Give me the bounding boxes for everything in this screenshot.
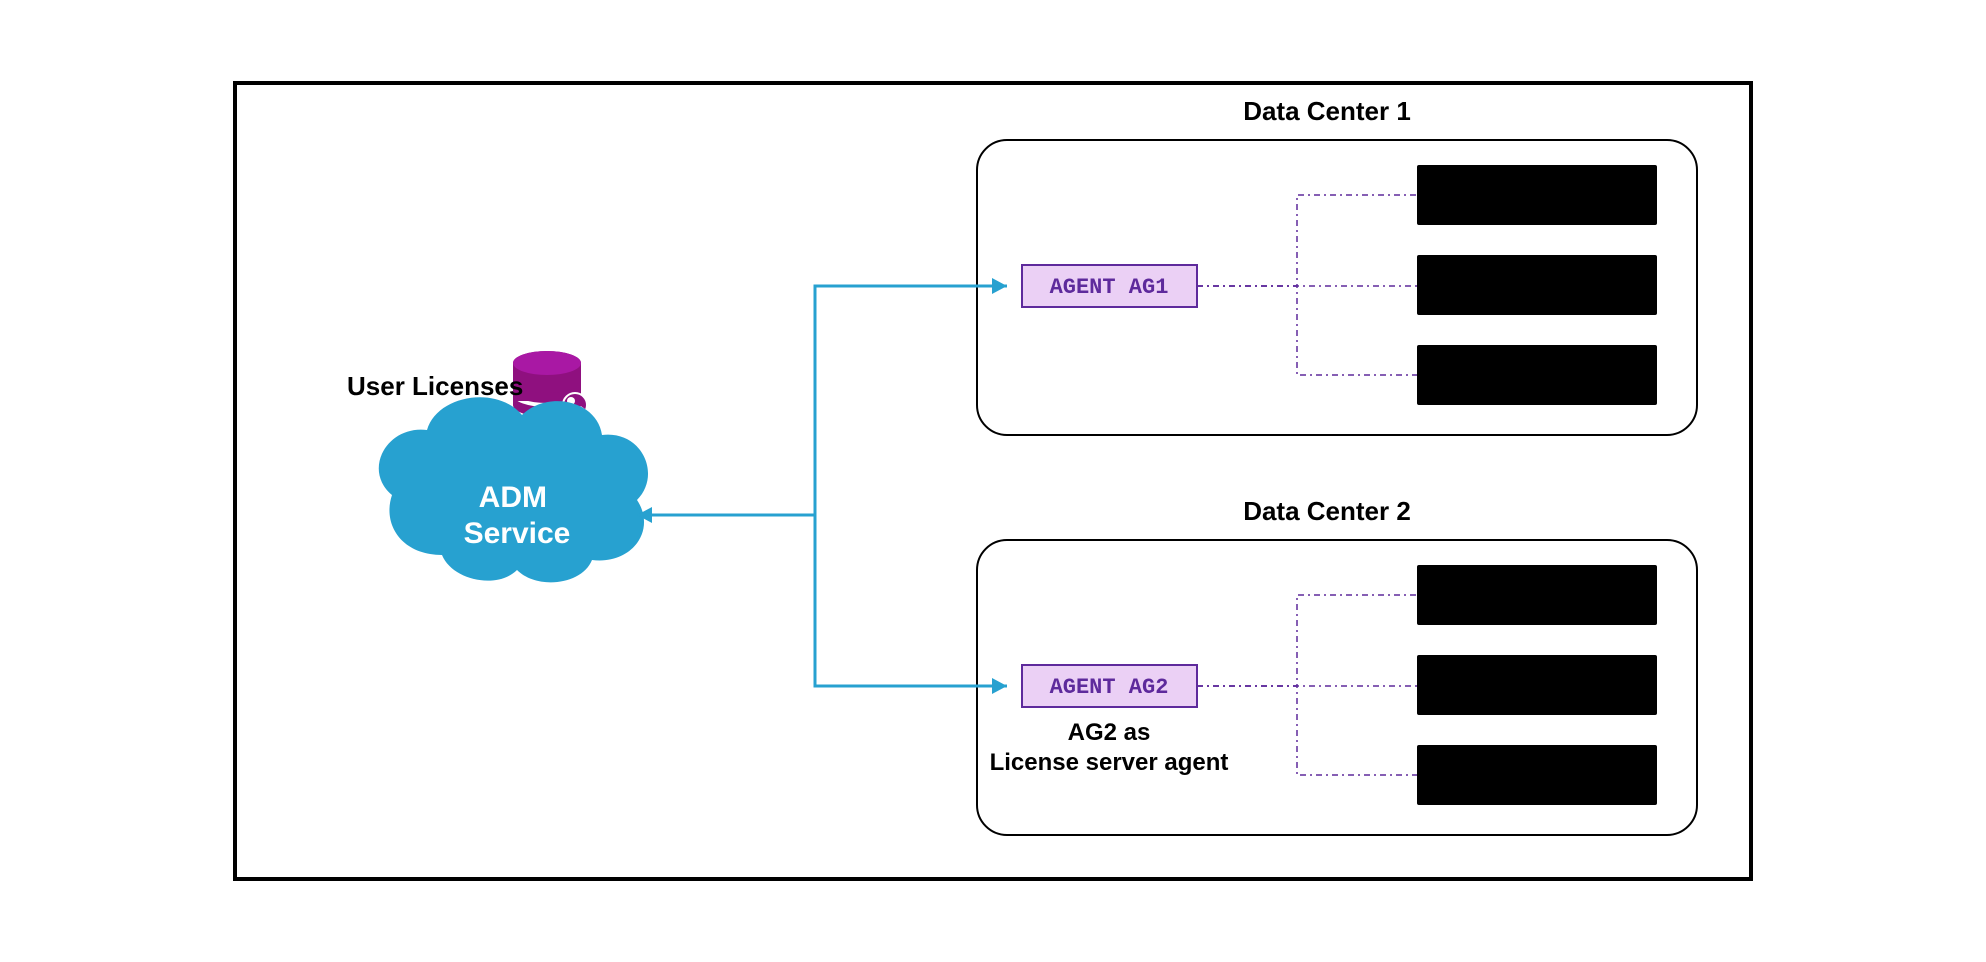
link-ag1-adc13 [1197,286,1417,375]
svg-text:ADC12: ADC12 [1494,275,1560,300]
diagram-svg: User Licenses ADM Service Data Center 1 … [237,85,1749,877]
agent-ag1-label: AGENT AG1 [1050,275,1169,300]
dc2-title: Data Center 2 [1243,496,1411,526]
svg-text:ADC11: ADC11 [1494,185,1560,210]
diagram-frame: User Licenses ADM Service Data Center 1 … [233,81,1753,881]
user-licenses-label: User Licenses [347,371,523,401]
adc-adc23: ADC23 [1417,745,1657,805]
adc-adc21: ADC21 [1417,565,1657,625]
diagram-root: User Licenses ADM Service Data Center 1 … [0,0,1986,962]
adc-adc11: ADC11 [1417,165,1657,225]
agent-ag1: AGENT AG1 [1022,265,1197,307]
link-ag2-adc21 [1197,595,1417,686]
link-ag1-adc11 [1197,195,1417,286]
ag2-sub-1: AG2 as [1068,719,1151,746]
adc-adc22: ADC22 [1417,655,1657,715]
link-cloud-ag1 [815,286,1007,515]
agent-ag2: AGENT AG2 [1022,665,1197,707]
dc1-title: Data Center 1 [1243,96,1411,126]
svg-text:ADC22: ADC22 [1494,675,1560,700]
arrow-ag1 [992,278,1007,294]
ag2-sub-2: License server agent [990,749,1229,776]
link-cloud-ag2 [815,515,1007,686]
svg-text:ADC23: ADC23 [1494,765,1560,790]
agent-ag2-label: AGENT AG2 [1050,675,1169,700]
adc-adc12: ADC12 [1417,255,1657,315]
arrow-ag2 [992,678,1007,694]
svg-text:ADC13: ADC13 [1494,365,1560,390]
svg-text:ADC21: ADC21 [1494,585,1560,610]
adc-adc13: ADC13 [1417,345,1657,405]
link-ag2-adc23 [1197,686,1417,775]
